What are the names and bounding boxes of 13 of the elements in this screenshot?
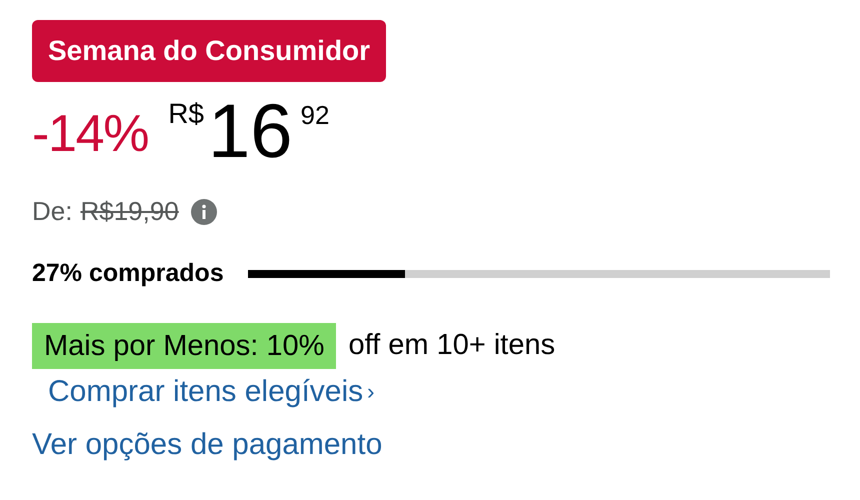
currency-symbol: R$: [168, 100, 204, 128]
text-link[interactable]: Ver opções de pagamento: [32, 426, 860, 464]
info-icon[interactable]: [190, 198, 217, 224]
promo-highlight: Mais por Menos: 10%: [32, 322, 336, 369]
list-price: R$19,90: [80, 195, 179, 228]
claimed-label: 27% comprados: [32, 258, 224, 289]
price-whole: 16: [208, 94, 293, 170]
discount-percent: -14%: [32, 108, 148, 160]
price-cents: 92: [300, 102, 330, 128]
promo-text: off em 10+ itens: [348, 328, 556, 363]
list-price-label: De:: [32, 195, 72, 228]
text-link[interactable]: Comprar itens elegíveis›: [48, 372, 860, 410]
sale-badge: Semana do Consumidor: [32, 20, 386, 82]
